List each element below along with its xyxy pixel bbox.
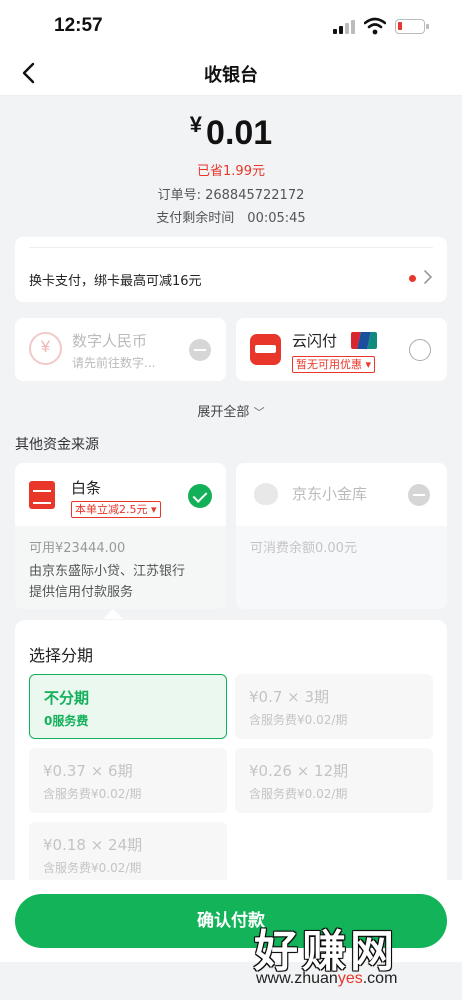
radio-button[interactable] — [409, 339, 431, 361]
plan-option[interactable]: 不分期 0服务费 — [29, 674, 227, 739]
status-bar: 12:57 — [0, 0, 462, 50]
method-digital-rmb[interactable]: 数字人民币 请先前往数字... — [15, 318, 226, 381]
fund-details: 可消费余额0.00元 — [236, 526, 447, 609]
method-yunshanfu[interactable]: 云闪付 暂无可用优惠 ▾ — [236, 318, 447, 381]
provider-line-1: 由京东盛际小贷、江苏银行 — [29, 564, 186, 579]
promo-tag-text: 本单立减2.5元 — [75, 503, 148, 516]
plan-sub: 含服务费¥0.02/期 — [249, 787, 348, 801]
promo-tag: 本单立减2.5元 ▾ — [71, 501, 161, 518]
chevron-right-icon — [424, 270, 433, 284]
fund-baitiao[interactable]: 白条 本单立减2.5元 ▾ 可用¥23444.00 由京东盛际小贷、江苏银行 提… — [15, 463, 226, 609]
plan-sub: 0服务费 — [44, 714, 89, 728]
nav-bar: 收银台 — [0, 50, 462, 96]
notification-dot — [409, 275, 416, 282]
method-title: 云闪付 — [292, 332, 338, 350]
cellular-signal-icon — [333, 20, 355, 34]
fund-header: 京东小金库 — [236, 463, 447, 526]
chevron-down-icon: ﹀ — [253, 406, 265, 419]
fund-header: 白条 本单立减2.5元 ▾ — [15, 463, 226, 526]
expand-all-label: 展开全部 — [197, 405, 250, 420]
plan-sub: 含服务费¥0.02/期 — [43, 787, 142, 801]
fund-xiaojinku[interactable]: 京东小金库 可消费余额0.00元 — [236, 463, 447, 609]
plan-option[interactable]: ¥0.7 × 3期 含服务费¥0.02/期 — [235, 674, 433, 739]
method-subtitle: 请先前往数字... — [72, 356, 156, 370]
installment-title: 选择分期 — [29, 646, 94, 665]
plan-main: ¥0.26 × 12期 — [249, 762, 349, 780]
payment-amount: ¥0.01 — [0, 112, 462, 153]
wifi-icon — [364, 17, 386, 35]
coffer-icon — [254, 483, 278, 505]
divider — [29, 247, 433, 248]
provider-line-2: 提供信用付款服务 — [29, 585, 134, 600]
saved-amount: 已省1.99元 — [197, 164, 265, 179]
selection-pointer — [103, 609, 123, 619]
plan-sub: 含服务费¥0.02/期 — [43, 861, 142, 875]
watermark-url: www.zhuanyes.com — [256, 970, 397, 988]
promo-tag-text: 暂无可用优惠 — [296, 358, 362, 371]
available-credit: 可用¥23444.00 — [29, 541, 126, 556]
fund-title: 京东小金库 — [292, 485, 368, 503]
order-number: 订单号: 268845722172 — [157, 188, 305, 203]
installment-panel: 选择分期 不分期 0服务费 ¥0.7 × 3期 含服务费¥0.02/期 ¥0.3… — [15, 620, 447, 890]
switch-card-text: 换卡支付，绑卡最高可减16元 — [29, 274, 202, 289]
plan-option[interactable]: ¥0.18 × 24期 含服务费¥0.02/期 — [29, 822, 227, 887]
currency-symbol: ¥ — [189, 112, 203, 137]
digital-rmb-icon — [29, 332, 62, 365]
payment-countdown: 支付剩余时间 00:05:45 — [156, 211, 306, 226]
disabled-icon — [189, 339, 211, 361]
switch-card-row[interactable]: 换卡支付，绑卡最高可减16元 — [15, 237, 447, 302]
other-sources-label: 其他资金来源 — [15, 437, 99, 453]
watermark: 好赚网 www.zhuanyes.com — [252, 915, 452, 995]
watermark-url-suffix: .com — [362, 970, 398, 987]
battery-icon — [395, 19, 429, 34]
plan-main: ¥0.18 × 24期 — [43, 836, 143, 854]
fund-details: 可用¥23444.00 由京东盛际小贷、江苏银行 提供信用付款服务 — [15, 526, 226, 609]
watermark-url-highlight: yes — [337, 970, 363, 987]
fund-title: 白条 — [71, 479, 102, 497]
selected-check-icon[interactable] — [188, 484, 212, 508]
plan-main: 不分期 — [44, 689, 90, 707]
status-time: 12:57 — [54, 15, 103, 36]
disabled-icon — [408, 484, 430, 506]
yunshanfu-icon — [250, 334, 281, 365]
amount-value: 0.01 — [206, 114, 273, 152]
plan-option[interactable]: ¥0.26 × 12期 含服务费¥0.02/期 — [235, 748, 433, 813]
plan-main: ¥0.7 × 3期 — [249, 688, 330, 706]
payment-summary: ¥0.01 已省1.99元 订单号: 268845722172 支付剩余时间 0… — [0, 96, 462, 236]
expand-all-button[interactable]: 展开全部 ﹀ — [0, 401, 462, 420]
promo-tag: 暂无可用优惠 ▾ — [292, 356, 376, 373]
plan-main: ¥0.37 × 6期 — [43, 762, 133, 780]
plan-sub: 含服务费¥0.02/期 — [249, 713, 348, 727]
method-title: 数字人民币 — [72, 332, 148, 350]
watermark-url-prefix: www.zhuan — [256, 970, 338, 987]
baitiao-icon — [29, 481, 55, 509]
page-title: 收银台 — [204, 65, 258, 86]
unionpay-logo-icon — [351, 332, 377, 349]
consumable-balance: 可消费余额0.00元 — [250, 541, 357, 556]
plan-option[interactable]: ¥0.37 × 6期 含服务费¥0.02/期 — [29, 748, 227, 813]
